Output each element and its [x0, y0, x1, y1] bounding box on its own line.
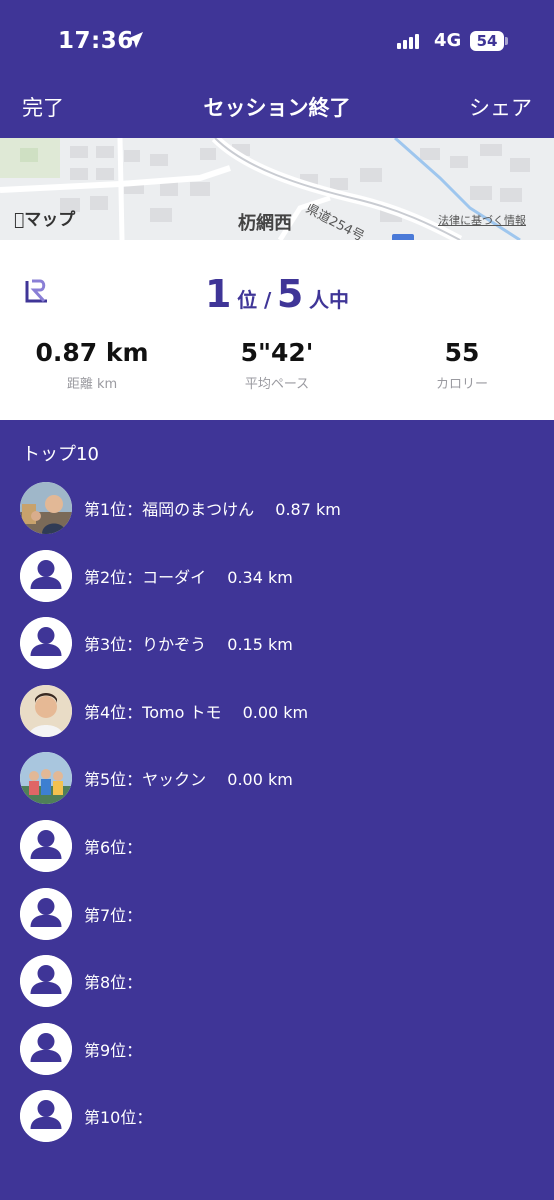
avatar[interactable]	[20, 549, 72, 602]
avatar[interactable]	[20, 752, 72, 805]
default-user-icon	[20, 549, 72, 602]
photo-avatar	[20, 752, 72, 805]
leaderboard-entry-text: 第5位：ヤックン 0.00 km	[84, 770, 293, 790]
cellular-signal-icon	[397, 34, 419, 49]
map-logo-text: マップ	[14, 210, 75, 230]
session-summary-card: 1 位 / 5 人中 0.87 km 距離 km 5"42' 平均ペース 55 …	[0, 240, 554, 420]
stat-pace-value: 5"42'	[240, 338, 314, 367]
leaderboard-row[interactable]: 第10位：	[20, 1090, 540, 1143]
default-user-icon	[20, 617, 72, 670]
leaderboard-row[interactable]: 第7位：	[20, 887, 540, 940]
avatar[interactable]	[20, 617, 72, 670]
done-button[interactable]: 完了	[22, 92, 64, 122]
leaderboard-entry-text: 第3位：りかぞう 0.15 km	[84, 635, 293, 655]
rank-value: 1	[205, 272, 232, 316]
location-arrow-icon	[127, 32, 143, 48]
leaderboard-entry-text: 第6位：	[84, 838, 143, 857]
photo-avatar	[20, 684, 72, 737]
battery-nub	[505, 37, 508, 45]
leaderboard-title: トップ10	[22, 444, 99, 465]
rank-suffix: 位 /	[237, 288, 272, 312]
default-user-icon	[20, 955, 72, 1008]
stat-distance-value: 0.87 km	[35, 338, 149, 367]
share-button[interactable]: シェア	[469, 92, 532, 122]
participants-suffix: 人中	[308, 288, 349, 312]
leaderboard-row[interactable]: 第4位：Tomo トモ 0.00 km	[20, 684, 540, 737]
status-time: 17:36	[58, 28, 134, 54]
avatar[interactable]	[20, 684, 72, 737]
leaderboard-row[interactable]: 第1位：福岡のまつけん 0.87 km	[20, 482, 540, 534]
default-user-icon	[20, 1090, 72, 1143]
stat-calories: 55 カロリー	[370, 338, 554, 392]
battery-icon: 54	[470, 31, 504, 51]
network-type: 4G	[434, 30, 462, 51]
leaderboard-entry-text: 第9位：	[84, 1040, 143, 1060]
avatar[interactable]	[20, 1022, 72, 1075]
leaderboard-row[interactable]: 第2位：コーダイ 0.34 km	[20, 549, 540, 602]
leaderboard-entry-text: 第1位：福岡のまつけん 0.87 km	[84, 500, 341, 519]
rank-summary: 1 位 / 5 人中	[0, 272, 554, 316]
avatar[interactable]	[20, 887, 72, 940]
stat-calories-value: 55	[444, 338, 480, 367]
leaderboard-row[interactable]: 第3位：りかぞう 0.15 km	[20, 617, 540, 670]
stat-distance: 0.87 km 距離 km	[0, 338, 184, 392]
map-legal-link[interactable]: 法律に基づく情報	[438, 212, 526, 228]
avatar[interactable]	[20, 1090, 72, 1143]
leaderboard-entry-text: 第4位：Tomo トモ 0.00 km	[84, 702, 309, 722]
status-bar: 17:36 4G 54	[0, 0, 554, 82]
default-user-icon	[20, 887, 72, 940]
participants-value: 5	[276, 272, 304, 316]
stat-distance-label: 距離 km	[66, 377, 118, 392]
photo-avatar	[20, 482, 72, 534]
stat-pace: 5"42' 平均ペース	[185, 338, 369, 392]
stat-pace-label: 平均ペース	[244, 377, 310, 392]
map-place-label: 杤網西	[238, 213, 292, 234]
leaderboard-entry-text: 第2位：コーダイ 0.34 km	[84, 567, 293, 587]
stat-calories-label: カロリー	[435, 377, 488, 392]
leaderboard-entry-text: 第8位：	[84, 973, 143, 993]
apple-icon: 	[14, 210, 24, 230]
default-user-icon	[20, 1022, 72, 1075]
leaderboard-row[interactable]: 第6位：	[20, 820, 540, 872]
leaderboard-entry-text: 第7位：	[84, 905, 143, 925]
avatar[interactable]	[20, 955, 72, 1008]
avatar[interactable]	[20, 820, 72, 872]
leaderboard-row[interactable]: 第8位：	[20, 955, 540, 1008]
apple-maps-logo: マップ	[14, 205, 75, 230]
leaderboard-row[interactable]: 第9位：	[20, 1022, 540, 1075]
leaderboard-row[interactable]: 第5位：ヤックン 0.00 km	[20, 752, 540, 805]
leaderboard-entry-text: 第10位：	[84, 1108, 153, 1128]
route-map[interactable]: マップ 杤網西 県道254号 法律に基づく情報	[0, 138, 554, 240]
nav-bar: セッション終了 完了 シェア	[0, 82, 554, 138]
default-user-icon	[20, 820, 72, 872]
avatar[interactable]	[20, 482, 72, 534]
